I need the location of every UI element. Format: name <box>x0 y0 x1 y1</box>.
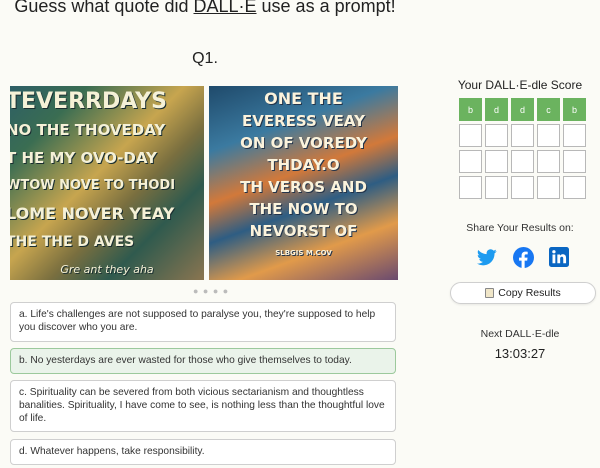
answer-option-b[interactable]: b. No yesterdays are ever wasted for tho… <box>10 348 396 374</box>
painted-text-line: THE NOW TO <box>249 200 358 218</box>
painted-text-line: ONE THE <box>264 89 343 108</box>
painted-text-line: EVERESS VEAY <box>242 112 365 130</box>
copy-results-button[interactable]: Copy Results <box>450 282 596 304</box>
title-suffix: use as a prompt! <box>256 0 396 16</box>
facebook-icon[interactable] <box>512 246 534 268</box>
painted-text-line: WTOW NOVE TO THODI <box>10 178 176 193</box>
score-cell: b <box>459 98 482 121</box>
score-title: Your DALL·E-dle Score <box>457 78 583 92</box>
linkedin-icon[interactable] <box>548 246 570 268</box>
option-b-body: No yesterdays are ever wasted for those … <box>30 355 352 366</box>
score-cell <box>459 176 482 199</box>
option-c-body: Spirituality can be severed from both vi… <box>19 387 385 424</box>
score-cell <box>563 176 586 199</box>
answer-option-d[interactable]: d. Whatever happens, take responsibility… <box>10 439 396 465</box>
painted-text-line: TH VEROS AND <box>240 178 367 196</box>
next-dalledle-label: Next DALL·E-dle <box>480 328 560 340</box>
countdown-timer: 13:03:27 <box>494 346 546 361</box>
option-d-body: Whatever happens, take responsibility. <box>30 446 205 457</box>
painted-text-line: SLBGIS M.COV <box>275 249 332 257</box>
painted-text-line: T HE MY OVO-DAY <box>10 149 157 167</box>
painted-text-line: LOME NOVER YEAY <box>10 204 175 223</box>
share-label: Share Your Results on: <box>466 222 574 234</box>
question-number: Q1. <box>192 50 218 67</box>
score-cell <box>485 124 508 147</box>
score-cell <box>537 150 560 173</box>
painted-text-line: NO THE THOVEDAY <box>10 121 166 139</box>
twitter-icon[interactable] <box>476 246 498 268</box>
score-cell <box>537 176 560 199</box>
page-title: Guess what quote did DALL·E use as a pro… <box>0 0 410 17</box>
title-prefix: Guess what quote did <box>14 0 194 16</box>
option-d-text: d. Whatever happens, take responsibility… <box>19 445 387 458</box>
score-cell: b <box>563 98 586 121</box>
option-b-text: b. No yesterdays are ever wasted for tho… <box>19 354 387 367</box>
painted-text-line: ON OF VOREDY <box>240 134 367 152</box>
image-1-painted-text: TEVERRDAYS NO THE THOVEDAY T HE MY OVO-DAY… <box>10 88 204 280</box>
score-cell <box>511 176 534 199</box>
score-cell: c <box>537 98 560 121</box>
painted-text-line: THDAY.O <box>267 156 340 174</box>
option-c-text: c. Spirituality can be severed from both… <box>19 386 387 425</box>
carousel-dots[interactable]: ● ● ● ● <box>193 286 229 296</box>
score-cell <box>563 150 586 173</box>
dalle-link[interactable]: DALL·E <box>194 0 257 16</box>
score-cell <box>511 150 534 173</box>
score-cell <box>485 176 508 199</box>
option-a-label: a. <box>19 309 28 320</box>
option-c-label: c. <box>19 387 27 398</box>
copy-results-label: Copy Results <box>498 287 561 299</box>
score-cell: d <box>485 98 508 121</box>
score-cell <box>537 124 560 147</box>
clipboard-icon <box>485 288 495 298</box>
score-cell <box>459 124 482 147</box>
option-a-body: Life's challenges are not supposed to pa… <box>19 309 376 333</box>
generated-image-2[interactable]: ONE THE EVERESS VEAY ON OF VOREDY THDAY.O TH… <box>209 86 398 280</box>
painted-text-line: NEVORST OF <box>249 222 358 240</box>
score-cell <box>485 150 508 173</box>
answer-option-a[interactable]: a. Life's challenges are not supposed to… <box>10 302 396 342</box>
answer-option-c[interactable]: c. Spirituality can be severed from both… <box>10 380 396 432</box>
option-b-label: b. <box>19 355 28 366</box>
image-2-painted-text: ONE THE EVERESS VEAY ON OF VOREDY THDAY.O TH… <box>209 88 398 264</box>
option-d-label: d. <box>19 446 28 457</box>
score-cell <box>511 124 534 147</box>
score-grid: bddcb <box>459 98 586 199</box>
painted-text-line: TEVERRDAYS <box>10 89 167 114</box>
painted-text-line: Gre ant they aha <box>60 263 154 276</box>
option-a-text: a. Life's challenges are not supposed to… <box>19 308 387 334</box>
generated-image-1[interactable]: TEVERRDAYS NO THE THOVEDAY T HE MY OVO-DAY… <box>10 86 204 280</box>
painted-text-line: THE THE D AVES <box>10 234 135 250</box>
score-cell <box>459 150 482 173</box>
score-cell: d <box>511 98 534 121</box>
score-cell <box>563 124 586 147</box>
